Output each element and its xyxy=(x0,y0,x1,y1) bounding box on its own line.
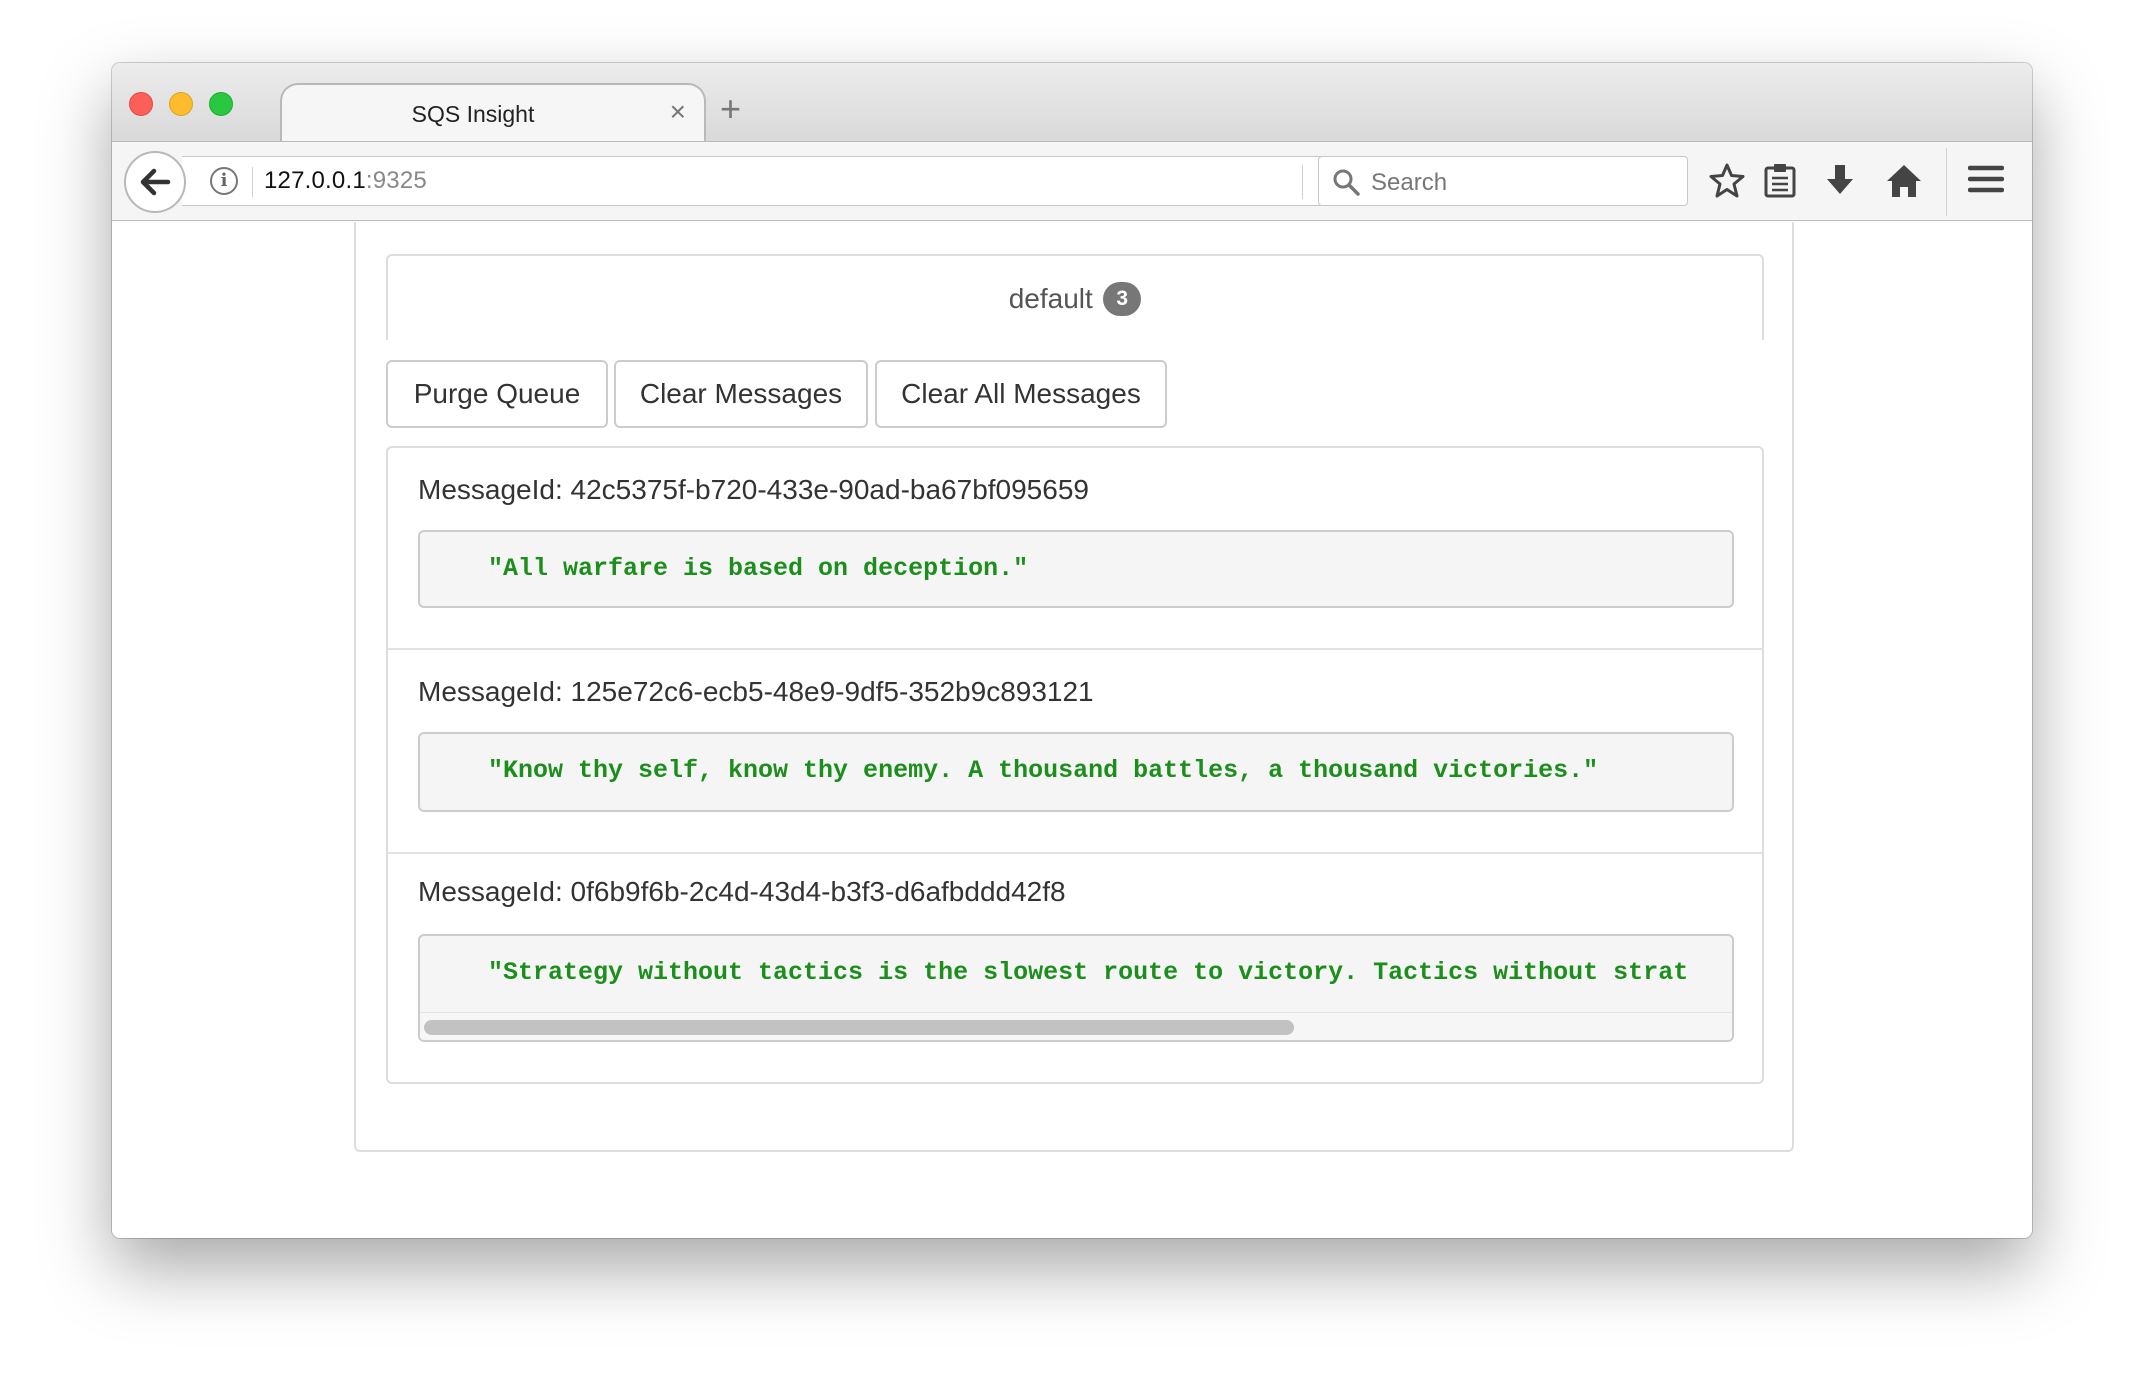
toolbar-separator xyxy=(1946,148,1947,216)
clipboard-icon[interactable] xyxy=(1762,162,1798,205)
tab-close-icon[interactable]: × xyxy=(670,97,686,127)
message-body: "Strategy without tactics is the slowest… xyxy=(418,934,1734,1042)
back-arrow-icon xyxy=(140,168,171,196)
queue-name: default xyxy=(1008,283,1093,314)
url-divider xyxy=(252,167,253,197)
scrollbar-thumb[interactable] xyxy=(424,1020,1294,1035)
message-body: "Know thy self, know thy enemy. A thousa… xyxy=(418,732,1734,812)
navigation-toolbar: i 127.0.0.1:9325 Search xyxy=(112,141,2032,221)
window-zoom-button[interactable] xyxy=(209,92,233,116)
tab-title: SQS Insight xyxy=(411,101,535,127)
queue-header[interactable]: default 3 xyxy=(386,254,1764,340)
address-bar[interactable]: i 127.0.0.1:9325 xyxy=(182,156,1372,206)
message-body-text: "Know thy self, know thy enemy. A thousa… xyxy=(488,756,1599,785)
page-viewport: default 3 Purge Queue Clear Messages Cle… xyxy=(112,222,2032,1238)
star-icon[interactable] xyxy=(1708,162,1746,205)
browser-window: SQS Insight × + i 127.0.0.1:9325 Search … xyxy=(112,63,2032,1238)
title-bar: SQS Insight × + xyxy=(112,63,2032,143)
window-minimize-button[interactable] xyxy=(169,92,193,116)
message-body-text: "All warfare is based on deception." xyxy=(488,554,1029,583)
home-icon[interactable] xyxy=(1884,162,1924,205)
list-item: MessageId: 42c5375f-b720-433e-90ad-ba67b… xyxy=(388,448,1762,648)
clear-all-messages-button[interactable]: Clear All Messages xyxy=(875,360,1167,428)
info-icon[interactable]: i xyxy=(210,167,238,195)
hamburger-menu-icon[interactable] xyxy=(1967,164,2005,201)
download-icon[interactable] xyxy=(1822,162,1858,205)
search-icon xyxy=(1331,167,1361,202)
search-placeholder: Search xyxy=(1371,169,1448,196)
back-button[interactable] xyxy=(124,151,186,213)
url-text[interactable]: 127.0.0.1:9325 xyxy=(264,167,427,195)
purge-queue-button[interactable]: Purge Queue xyxy=(386,360,608,428)
window-close-button[interactable] xyxy=(129,92,153,116)
reload-divider xyxy=(1302,165,1303,199)
list-item: MessageId: 0f6b9f6b-2c4d-43d4-b3f3-d6afb… xyxy=(388,854,1762,1082)
new-tab-button[interactable]: + xyxy=(720,89,741,129)
message-id: MessageId: 42c5375f-b720-433e-90ad-ba67b… xyxy=(418,474,1089,505)
message-body: "All warfare is based on deception." xyxy=(418,530,1734,608)
list-item: MessageId: 125e72c6-ecb5-48e9-9df5-352b9… xyxy=(388,650,1762,850)
url-port: :9325 xyxy=(365,167,427,194)
message-list: MessageId: 42c5375f-b720-433e-90ad-ba67b… xyxy=(386,446,1764,1084)
message-count-badge: 3 xyxy=(1103,282,1142,316)
clear-messages-button[interactable]: Clear Messages xyxy=(614,360,868,428)
tab-sqs-insight[interactable]: SQS Insight × xyxy=(280,83,706,143)
message-body-text: "Strategy without tactics is the slowest… xyxy=(488,958,1689,987)
horizontal-scrollbar[interactable] xyxy=(420,1012,1732,1040)
queue-panel: default 3 Purge Queue Clear Messages Cle… xyxy=(354,222,1794,1152)
message-id: MessageId: 0f6b9f6b-2c4d-43d4-b3f3-d6afb… xyxy=(418,876,1066,907)
url-host: 127.0.0.1 xyxy=(264,167,366,194)
message-id: MessageId: 125e72c6-ecb5-48e9-9df5-352b9… xyxy=(418,676,1094,707)
search-input[interactable]: Search xyxy=(1318,156,1688,206)
